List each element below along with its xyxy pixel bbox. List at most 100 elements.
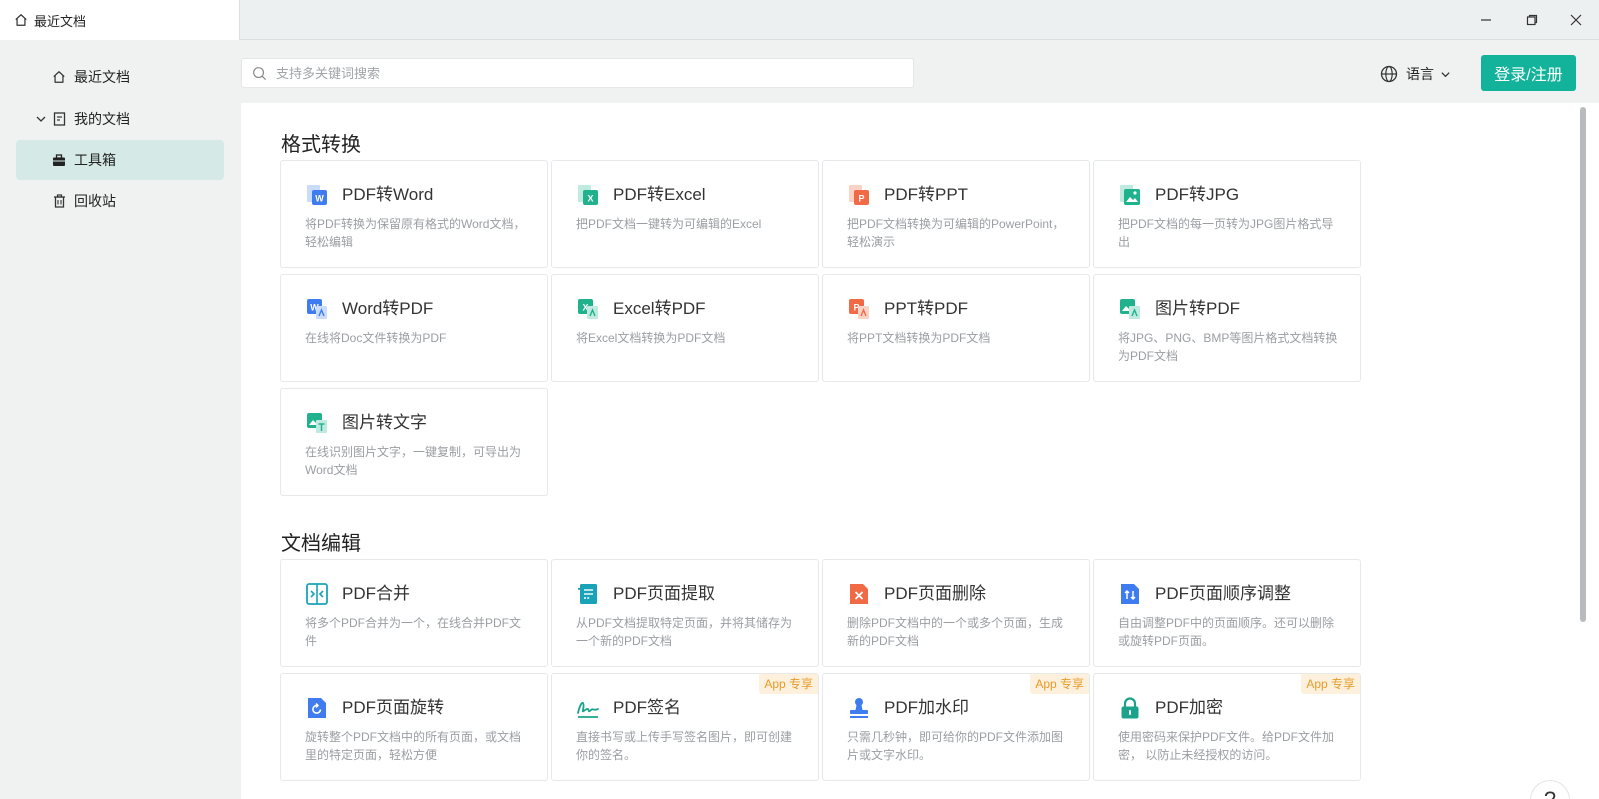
svg-text:P: P: [858, 194, 864, 204]
pdf-to-ppt-icon: P: [849, 185, 869, 205]
tool-card-title: PDF页面旋转: [342, 698, 444, 717]
sidebar-item-trash[interactable]: 回收站: [16, 181, 224, 221]
window-tab[interactable]: 最近文档: [0, 0, 240, 40]
restore-icon: [1526, 14, 1538, 26]
section-title-format-conversion: 格式转换: [281, 134, 361, 156]
title-bar: 最近文档: [0, 0, 1599, 40]
tool-card-pdf-encrypt[interactable]: PDF加密 使用密码来保护PDF文件。给PDF文件加密， 以防止未经授权的访问。…: [1093, 673, 1361, 781]
pdf-to-word-icon: W: [307, 185, 327, 205]
tool-card-word-to-pdf[interactable]: W Word转PDF 在线将Doc文件转换为PDF: [280, 274, 548, 382]
home-icon: [51, 69, 67, 85]
tool-card-desc: 把PDF文档转换为可编辑的PowerPoint，轻松演示: [847, 217, 1065, 249]
section-title-document-editing: 文档编辑: [281, 533, 361, 555]
chevron-down-icon: [1441, 71, 1450, 77]
login-register-button[interactable]: 登录/注册: [1481, 55, 1576, 91]
tool-card-title: PDF页面顺序调整: [1155, 584, 1291, 603]
tool-card-desc: 把PDF文档的每一页转为JPG图片格式导出: [1118, 217, 1334, 249]
tool-card-pdf-sign[interactable]: PDF签名 直接书写或上传手写签名图片，即可创建你的签名。 App 专享: [551, 673, 819, 781]
svg-text:W: W: [315, 194, 324, 204]
tool-card-desc: 直接书写或上传手写签名图片，即可创建你的签名。: [576, 730, 793, 762]
sidebar-item-recent[interactable]: 最近文档: [16, 57, 224, 97]
toolbox-icon: [51, 152, 67, 168]
tool-card-pdf-to-word[interactable]: W PDF转Word 将PDF转换为保留原有格式的Word文档，轻松编辑: [280, 160, 548, 268]
signature-icon: [577, 701, 599, 718]
sidebar-item-toolbox[interactable]: 工具箱: [16, 140, 224, 180]
home-icon: [15, 14, 27, 26]
tool-card-pdf-merge[interactable]: PDF合并 将多个PDF合并为一个，在线合并PDF文件: [280, 559, 548, 667]
pdf-rotate-icon: [308, 698, 326, 718]
tool-card-desc: 将JPG、PNG、BMP等图片格式文档转换为PDF文档: [1118, 331, 1338, 363]
tool-card-pdf-to-ppt[interactable]: P PDF转PPT 把PDF文档转换为可编辑的PowerPoint，轻松演示: [822, 160, 1090, 268]
word-to-pdf-icon: W: [307, 299, 327, 319]
tool-card-title: PDF合并: [342, 584, 410, 603]
tool-card-desc: 在线将Doc文件转换为PDF: [305, 331, 447, 345]
tool-card-pdf-delete[interactable]: PDF页面删除 删除PDF文档中的一个或多个页面，生成新的PDF文档: [822, 559, 1090, 667]
vertical-scrollbar[interactable]: [1572, 103, 1599, 799]
tool-card-title: PDF转Word: [342, 185, 434, 204]
pdf-extract-icon: [578, 584, 597, 604]
scrollbar-thumb[interactable]: [1580, 107, 1586, 622]
sidebar-item-my-docs[interactable]: 我的文档: [16, 99, 224, 139]
tool-card-pdf-to-excel[interactable]: X PDF转Excel 把PDF文档一键转为可编辑的Excel: [551, 160, 819, 268]
globe-icon: [1380, 65, 1398, 83]
tool-card-title: PDF加密: [1155, 698, 1223, 717]
tool-card-title: PDF转PPT: [884, 185, 969, 204]
tool-card-title: PDF转Excel: [613, 185, 706, 204]
lock-icon: [1121, 697, 1139, 719]
language-selector[interactable]: 语言: [1380, 62, 1451, 86]
pdf-reorder-icon: [1121, 584, 1139, 604]
tool-card-title: 图片转文字: [342, 413, 427, 432]
tool-card-pdf-rotate[interactable]: PDF页面旋转 旋转整个PDF文档中的所有页面，或文档里的特定页面，轻松方便: [280, 673, 548, 781]
sidebar: 最近文档 我的文档 工具箱 回收站: [0, 40, 240, 799]
tool-card-ppt-to-pdf[interactable]: P PPT转PDF 将PPT文档转换为PDF文档: [822, 274, 1090, 382]
tool-card-desc: 将PPT文档转换为PDF文档: [847, 331, 991, 345]
restore-button[interactable]: [1509, 0, 1555, 40]
tool-card-desc: 将多个PDF合并为一个，在线合并PDF文件: [305, 616, 522, 648]
tool-card-pdf-extract[interactable]: PDF页面提取 从PDF文档提取特定页面，并将其储存为一个新的PDF文档: [551, 559, 819, 667]
tool-card-desc: 只需几秒钟，即可给你的PDF文件添加图片或文字水印。: [847, 730, 1064, 762]
app-exclusive-badge: App 专享: [1030, 674, 1089, 694]
ppt-to-pdf-icon: P: [849, 299, 869, 319]
tool-card-pdf-to-jpg[interactable]: PDF转JPG 把PDF文档的每一页转为JPG图片格式导出: [1093, 160, 1361, 268]
svg-text:X: X: [587, 194, 593, 204]
tool-card-pdf-reorder[interactable]: PDF页面顺序调整 自由调整PDF中的页面顺序。还可以删除或旋转PDF页面。: [1093, 559, 1361, 667]
document-icon: [51, 111, 67, 127]
tool-card-title: PDF转JPG: [1155, 185, 1240, 204]
app-exclusive-badge: App 专享: [759, 674, 818, 694]
tool-card-title: Word转PDF: [342, 299, 434, 318]
minimize-icon: [1481, 19, 1491, 21]
tool-card-desc: 从PDF文档提取特定页面，并将其储存为一个新的PDF文档: [576, 616, 793, 648]
search-box[interactable]: [241, 58, 914, 88]
toolbox-panel: 格式转换 W PDF转Word 将PDF转换为保留原有格式的Word文档，轻松编…: [241, 103, 1572, 799]
sidebar-item-label: 回收站: [74, 193, 116, 209]
tool-card-excel-to-pdf[interactable]: X Excel转PDF 将Excel文档转换为PDF文档: [551, 274, 819, 382]
tool-card-desc: 将Excel文档转换为PDF文档: [576, 331, 726, 345]
pdf-to-jpg-icon: [1120, 185, 1140, 205]
tool-card-desc: 把PDF文档一键转为可编辑的Excel: [576, 217, 762, 231]
tool-card-desc: 自由调整PDF中的页面顺序。还可以删除或旋转PDF页面。: [1118, 616, 1335, 648]
tool-card-title: PDF页面提取: [613, 584, 715, 603]
app-exclusive-badge: App 专享: [1301, 674, 1360, 694]
search-input[interactable]: [276, 65, 913, 81]
pdf-delete-icon: [850, 584, 868, 604]
tool-card-title: PDF加水印: [884, 698, 969, 717]
tool-card-pdf-watermark[interactable]: PDF加水印 只需几秒钟，即可给你的PDF文件添加图片或文字水印。 App 专享: [822, 673, 1090, 781]
tool-card-image-to-pdf[interactable]: 图片转PDF 将JPG、PNG、BMP等图片格式文档转换为PDF文档: [1093, 274, 1361, 382]
image-to-text-icon: [307, 413, 327, 433]
stamp-icon: [850, 698, 868, 718]
tool-card-title: PDF页面删除: [884, 584, 986, 603]
tool-card-title: PDF签名: [613, 698, 681, 717]
image-to-pdf-icon: [1120, 299, 1140, 319]
close-button[interactable]: [1553, 0, 1599, 40]
close-icon: [1570, 14, 1582, 26]
minimize-button[interactable]: [1463, 0, 1509, 40]
search-icon: [253, 67, 267, 81]
tool-card-desc: 旋转整个PDF文档中的所有页面，或文档里的特定页面，轻松方便: [305, 730, 522, 762]
sidebar-item-label: 工具箱: [74, 152, 116, 168]
tool-card-desc: 使用密码来保护PDF文件。给PDF文件加密， 以防止未经授权的访问。: [1118, 730, 1335, 762]
sidebar-item-label: 我的文档: [74, 111, 130, 127]
chevron-down-icon: [36, 116, 46, 122]
language-label: 语言: [1406, 66, 1434, 82]
tool-card-image-to-text[interactable]: 图片转文字 在线识别图片文字，一键复制，可导出为Word文档: [280, 388, 548, 496]
tool-card-title: 图片转PDF: [1155, 299, 1240, 318]
